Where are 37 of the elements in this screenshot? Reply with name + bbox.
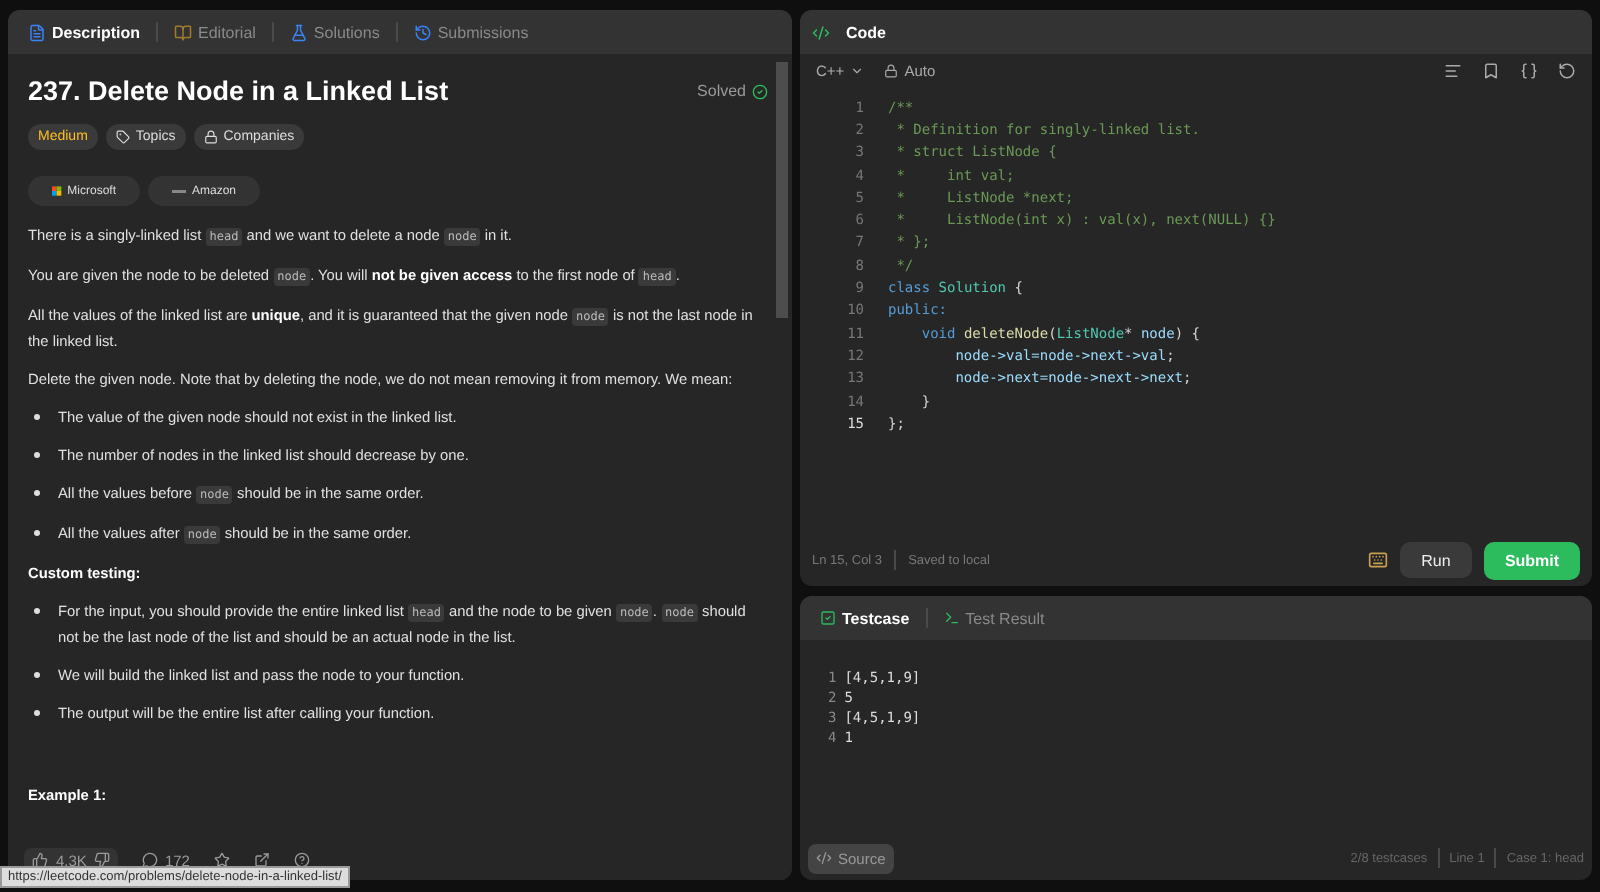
- dash-icon: [172, 187, 186, 195]
- tab[interactable]: Submissions: [405, 23, 537, 41]
- terminal-icon: [943, 610, 960, 626]
- four-squares-icon: [52, 184, 62, 198]
- lock-icon: [884, 63, 899, 77]
- tab[interactable]: Testcase: [812, 609, 918, 627]
- bookmark-icon[interactable]: [1482, 61, 1500, 79]
- solved-status: Solved: [697, 82, 746, 100]
- code-icon: [816, 850, 832, 866]
- tab[interactable]: Solutions: [281, 23, 388, 41]
- thumbs-down-icon[interactable]: [94, 852, 111, 868]
- tag-icon: [115, 130, 130, 144]
- comment-icon[interactable]: [142, 852, 159, 868]
- reset-icon[interactable]: [1558, 61, 1576, 79]
- share-icon[interactable]: [253, 852, 270, 868]
- star-icon[interactable]: [213, 852, 230, 868]
- tab[interactable]: Description: [20, 23, 149, 41]
- document-icon: [28, 23, 46, 41]
- chevron-down-icon: [850, 63, 865, 77]
- code-tab[interactable]: Code: [838, 23, 894, 41]
- keyboard-icon[interactable]: [1368, 550, 1388, 570]
- checkbox-icon: [820, 610, 836, 626]
- tab[interactable]: Editorial: [166, 23, 264, 41]
- problem-title: 237. Delete Node in a Linked List: [28, 76, 449, 106]
- tab[interactable]: Test Result: [935, 609, 1053, 627]
- check-circle-icon: [752, 83, 768, 99]
- help-icon[interactable]: [293, 852, 310, 868]
- format-icon[interactable]: [1444, 61, 1462, 79]
- book-icon: [174, 23, 193, 41]
- code-icon: [812, 23, 830, 41]
- scrollbar[interactable]: [776, 62, 788, 318]
- lock-icon: [203, 130, 218, 144]
- braces-icon[interactable]: [1520, 61, 1538, 79]
- thumbs-up-icon: [32, 852, 48, 868]
- flask-icon: [289, 23, 308, 41]
- history-icon: [413, 23, 432, 41]
- run-button[interactable]: Run: [1400, 542, 1472, 578]
